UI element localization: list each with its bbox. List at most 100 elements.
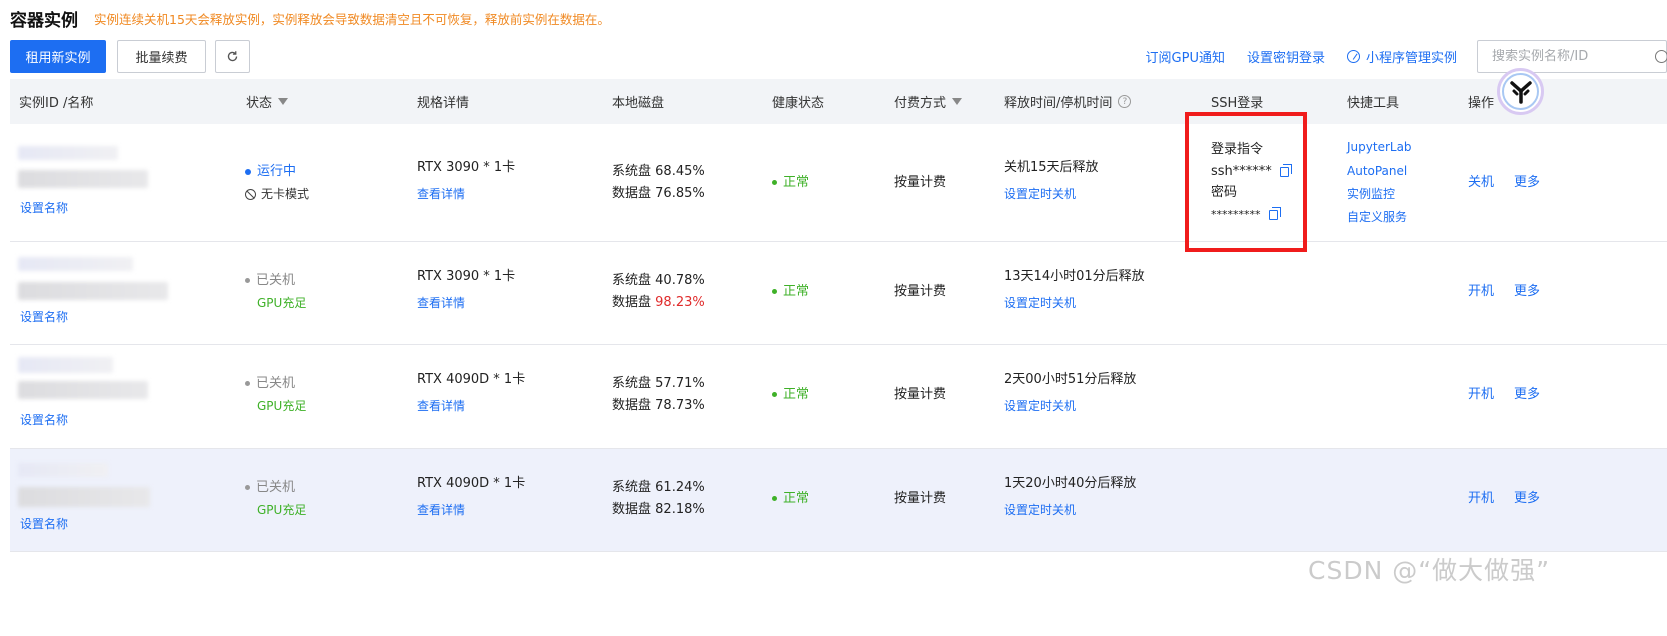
spec-detail-link[interactable]: 查看详情	[417, 183, 465, 205]
refresh-icon	[227, 51, 238, 62]
release-time: 2天00小时51分后释放	[1004, 372, 1137, 387]
data-disk: 数据盘 98.23%	[612, 295, 705, 310]
masked-id	[18, 257, 133, 271]
masked-name	[18, 282, 168, 300]
col-tools: 快捷工具	[1347, 96, 1400, 111]
power-on-button[interactable]: 开机	[1468, 488, 1494, 510]
release-time: 关机15天后释放	[1004, 160, 1099, 175]
status-text: 已关机	[245, 373, 295, 395]
status-text: 已关机	[245, 270, 295, 292]
status-text: 运行中	[245, 161, 296, 183]
pay-type: 按量计费	[894, 491, 947, 506]
status-dot	[245, 168, 251, 175]
spec-detail-link[interactable]: 查看详情	[417, 292, 465, 314]
status-dot	[245, 278, 250, 283]
instances-table: 实例ID /名称 状态 规格详情 本地磁盘 健康状态 付费方式 释放时间/停机时…	[10, 79, 1667, 552]
spec-detail-link[interactable]: 查看详情	[417, 499, 465, 521]
data-disk: 数据盘 76.85%	[612, 186, 705, 201]
power-on-button[interactable]: 开机	[1468, 384, 1494, 406]
filter-icon[interactable]	[278, 98, 289, 105]
more-button[interactable]: 更多	[1514, 488, 1540, 510]
pay-type: 按量计费	[894, 387, 947, 402]
pay-type: 按量计费	[894, 175, 947, 190]
autopanel-link[interactable]: AutoPanel	[1347, 160, 1407, 182]
help-icon[interactable]: ?	[1118, 95, 1132, 108]
data-disk: 数据盘 82.18%	[612, 502, 705, 517]
gpu-available: GPU充足	[257, 399, 307, 413]
search-box	[1477, 40, 1667, 73]
col-pay: 付费方式	[894, 79, 963, 124]
jupyterlab-link[interactable]: JupyterLab	[1347, 136, 1412, 158]
release-time: 13天14小时01分后释放	[1004, 269, 1145, 284]
schedule-shutdown-link[interactable]: 设置定时关机	[1004, 292, 1076, 314]
masked-name	[18, 487, 150, 507]
no-card-icon	[245, 188, 256, 200]
floating-assistant-avatar[interactable]	[1497, 68, 1544, 115]
set-name-link[interactable]: 设置名称	[20, 513, 68, 535]
custom-service-link[interactable]: 自定义服务	[1347, 206, 1407, 228]
more-button[interactable]: 更多	[1514, 384, 1540, 406]
power-on-button[interactable]: 开机	[1468, 281, 1494, 303]
schedule-shutdown-link[interactable]: 设置定时关机	[1004, 395, 1076, 417]
sys-disk: 系统盘 61.24%	[612, 480, 705, 495]
search-input[interactable]	[1492, 49, 1642, 64]
table-header: 实例ID /名称 状态 规格详情 本地磁盘 健康状态 付费方式 释放时间/停机时…	[10, 79, 1667, 124]
right-tools: 订阅GPU通知 设置密钥登录 小程序管理实例	[1124, 40, 1667, 73]
search-icon[interactable]	[1655, 50, 1667, 63]
health-status: 正常	[772, 384, 809, 406]
miniprogram-link[interactable]: 小程序管理实例	[1346, 47, 1457, 66]
sys-disk: 系统盘 68.45%	[612, 164, 705, 179]
col-id: 实例ID /名称	[19, 96, 94, 111]
status-dot	[245, 485, 250, 490]
toolbar: 租用新实例 批量续费	[10, 40, 250, 73]
spec-text: RTX 3090 * 1卡	[417, 269, 516, 284]
release-time: 1天20小时40分后释放	[1004, 476, 1137, 491]
assistant-logo-icon	[1509, 80, 1532, 104]
page-title: 容器实例	[10, 10, 78, 31]
table-row: 设置名称 已关机 GPU充足 RTX 3090 * 1卡 查看详情 系统盘 40…	[10, 242, 1667, 345]
col-disk: 本地磁盘	[612, 96, 665, 111]
schedule-shutdown-link[interactable]: 设置定时关机	[1004, 183, 1076, 205]
data-disk: 数据盘 78.73%	[612, 398, 705, 413]
status-text: 已关机	[245, 477, 295, 499]
rent-new-instance-button[interactable]: 租用新实例	[10, 40, 106, 73]
sys-disk: 系统盘 57.71%	[612, 376, 705, 391]
table-row: 设置名称 运行中 无卡模式 RTX 3090 * 1卡 查看详情 系统盘 68.…	[10, 124, 1667, 242]
miniprogram-label: 小程序管理实例	[1365, 51, 1457, 66]
subscribe-gpu-link[interactable]: 订阅GPU通知	[1146, 47, 1225, 66]
power-off-button[interactable]: 关机	[1468, 172, 1494, 194]
col-ops: 操作	[1468, 96, 1495, 111]
col-status: 状态	[246, 79, 289, 124]
title-row: 容器实例 实例连续关机15天会释放实例，实例释放会导致数据清空且不可恢复，释放前…	[10, 6, 610, 31]
masked-name	[18, 170, 148, 188]
spec-text: RTX 4090D * 1卡	[417, 372, 526, 387]
set-name-link[interactable]: 设置名称	[20, 197, 68, 219]
schedule-shutdown-link[interactable]: 设置定时关机	[1004, 499, 1076, 521]
health-status: 正常	[772, 172, 809, 194]
health-status: 正常	[772, 488, 809, 510]
set-name-link[interactable]: 设置名称	[20, 409, 68, 431]
table-row: 设置名称 已关机 GPU充足 RTX 4090D * 1卡 查看详情 系统盘 6…	[10, 449, 1667, 552]
no-card-mode: 无卡模式	[245, 183, 309, 205]
ssh-key-login-link[interactable]: 设置密钥登录	[1247, 47, 1325, 66]
more-button[interactable]: 更多	[1514, 172, 1540, 194]
spec-text: RTX 4090D * 1卡	[417, 476, 526, 491]
set-name-link[interactable]: 设置名称	[20, 306, 68, 328]
spec-text: RTX 3090 * 1卡	[417, 160, 516, 175]
annotation-highlight-box	[1185, 112, 1307, 252]
sys-disk: 系统盘 40.78%	[612, 273, 705, 288]
masked-id	[18, 463, 108, 477]
col-spec: 规格详情	[417, 96, 470, 111]
batch-renew-button[interactable]: 批量续费	[117, 40, 206, 73]
filter-icon[interactable]	[952, 98, 963, 105]
table-row: 设置名称 已关机 GPU充足 RTX 4090D * 1卡 查看详情 系统盘 5…	[10, 345, 1667, 449]
more-button[interactable]: 更多	[1514, 281, 1540, 303]
instance-monitor-link[interactable]: 实例监控	[1347, 183, 1395, 205]
masked-id	[18, 357, 113, 373]
watermark: CSDN @“做大做强”	[1308, 556, 1551, 585]
spec-detail-link[interactable]: 查看详情	[417, 395, 465, 417]
refresh-button[interactable]	[215, 40, 250, 73]
col-release: 释放时间/停机时间?	[1004, 79, 1132, 124]
pay-type: 按量计费	[894, 284, 947, 299]
gpu-available: GPU充足	[257, 503, 307, 517]
